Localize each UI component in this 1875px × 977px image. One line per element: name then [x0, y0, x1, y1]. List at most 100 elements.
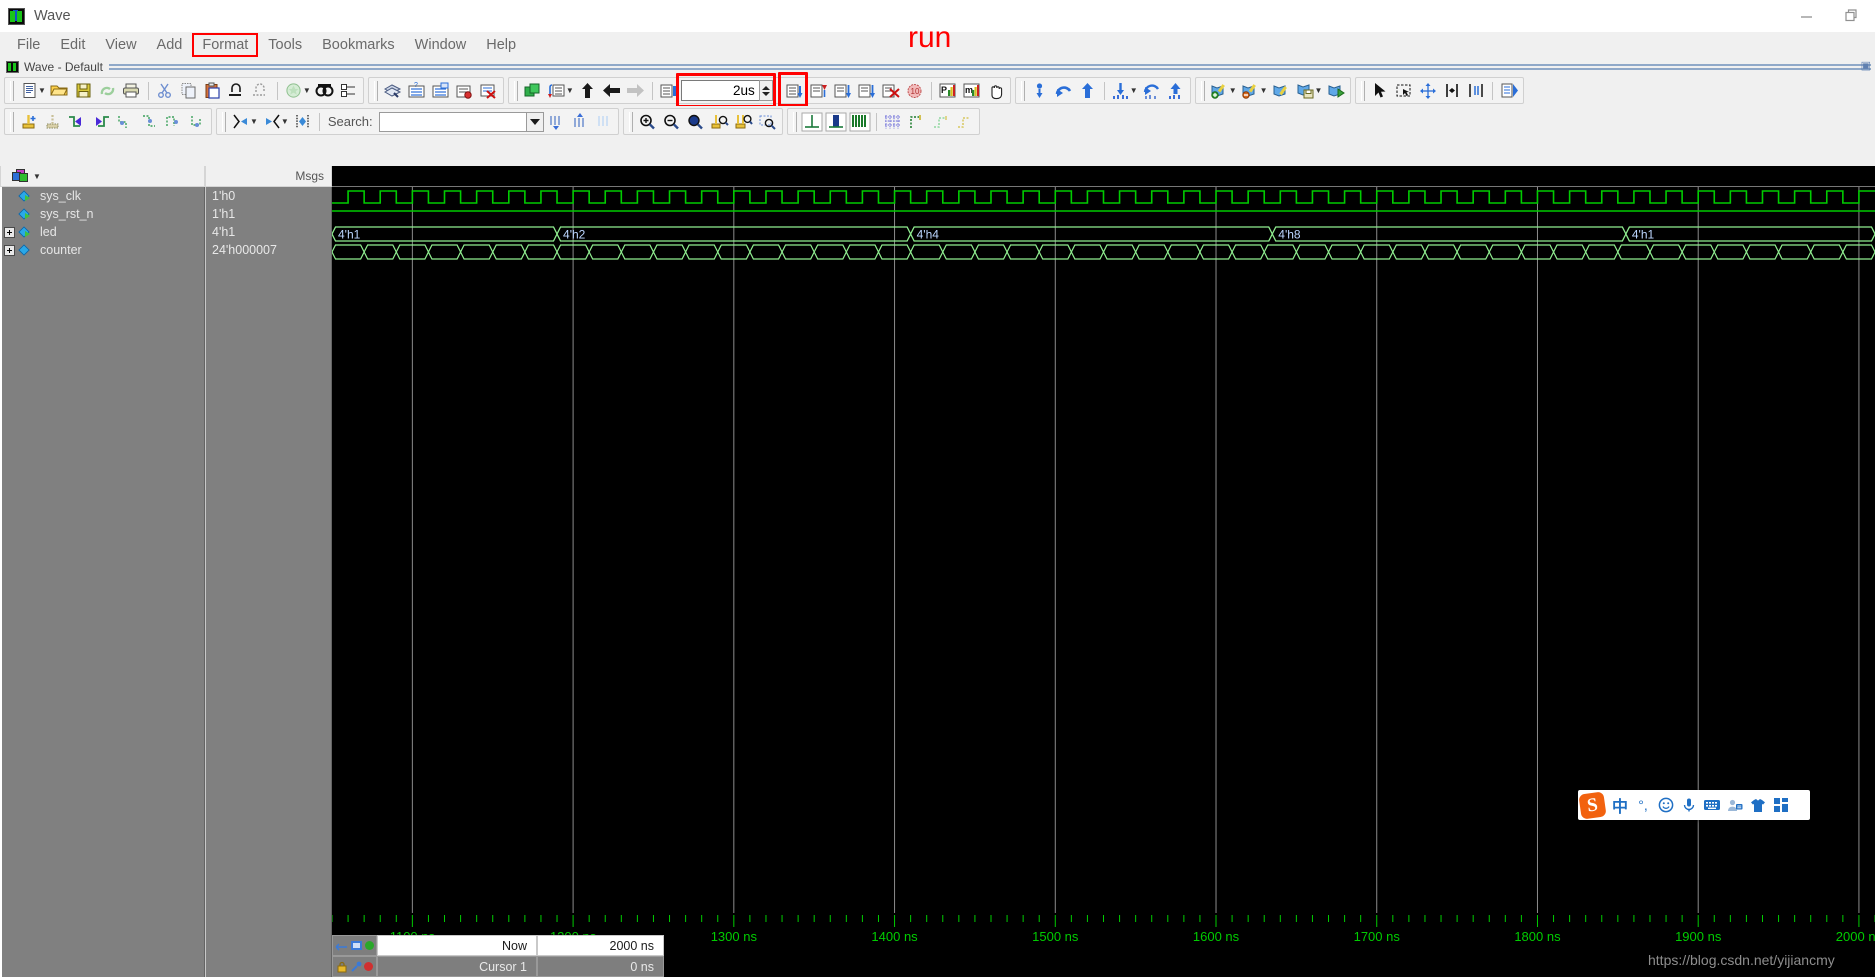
save-wave-icon[interactable] — [1294, 79, 1318, 103]
signal-names-list[interactable]: sys_clk sys_rst_n led counter — [0, 187, 205, 977]
expand-all-icon[interactable] — [291, 110, 315, 134]
toolbar-grip[interactable] — [10, 80, 14, 101]
undo-icon[interactable] — [225, 79, 249, 103]
wave-up-icon[interactable] — [1076, 79, 1100, 103]
edge-3-icon[interactable] — [953, 110, 977, 134]
compare-icon[interactable] — [1464, 79, 1488, 103]
dataflow-icon[interactable] — [1497, 79, 1521, 103]
next-transition-icon[interactable] — [89, 110, 113, 134]
up-arrow-icon[interactable] — [576, 79, 600, 103]
grid-icon[interactable] — [881, 110, 905, 134]
expand-led-icon[interactable] — [4, 226, 15, 238]
signal-values-list[interactable]: 1'h0 1'h1 4'h1 24'h000007 — [205, 187, 332, 977]
find-any-icon[interactable] — [161, 110, 185, 134]
menu-help[interactable]: Help — [477, 34, 525, 56]
simulate-icon[interactable] — [381, 79, 405, 103]
run-length-spinner[interactable] — [758, 80, 773, 101]
step-icon[interactable] — [855, 79, 879, 103]
break-icon[interactable] — [453, 79, 477, 103]
run-length-button[interactable] — [777, 71, 808, 107]
group-icon[interactable] — [521, 79, 545, 103]
signal-insert-icon[interactable] — [1109, 79, 1133, 103]
menu-tools[interactable]: Tools — [259, 34, 311, 56]
minimize-button[interactable] — [1783, 0, 1829, 32]
punctuation-icon[interactable]: °, — [1632, 793, 1654, 817]
insert-cursor-2-icon[interactable] — [17, 110, 41, 134]
voice-input-icon[interactable] — [1678, 793, 1700, 817]
copy-icon[interactable] — [177, 79, 201, 103]
search-input[interactable] — [378, 111, 527, 132]
find-last-icon[interactable] — [185, 110, 209, 134]
toolbar-grip[interactable] — [628, 111, 633, 132]
run-length-input[interactable]: 2us — [680, 80, 759, 101]
cursor-icons[interactable] — [332, 956, 377, 977]
now-icons[interactable] — [332, 935, 377, 956]
toolbar-grip[interactable] — [513, 80, 518, 101]
toolbar-grip[interactable] — [10, 111, 14, 132]
select-mode-icon[interactable] — [1368, 79, 1392, 103]
remove-wave-icon[interactable] — [1239, 79, 1263, 103]
wave-style-1-icon[interactable] — [800, 110, 824, 134]
open-folder-icon[interactable] — [48, 79, 72, 103]
redo-icon[interactable] — [249, 79, 273, 103]
toolbar-grip[interactable] — [373, 80, 378, 101]
menu-bookmarks[interactable]: Bookmarks — [313, 34, 404, 56]
zoom-range-icon[interactable] — [732, 110, 756, 134]
menu-file[interactable]: File — [8, 34, 49, 56]
search-dropdown-icon[interactable] — [526, 111, 544, 132]
add-cursor-icon[interactable] — [365, 941, 374, 950]
wave-style-3-icon[interactable] — [848, 110, 872, 134]
measure-icon[interactable] — [1440, 79, 1464, 103]
undock-icon[interactable]: ▣ — [1861, 59, 1871, 72]
find-rising-icon[interactable] — [137, 110, 161, 134]
toolbar-grip[interactable] — [1020, 80, 1025, 101]
signal-row-counter[interactable]: counter — [2, 241, 204, 259]
next-icon[interactable] — [624, 79, 648, 103]
signal-up-icon[interactable] — [1164, 79, 1188, 103]
pan-icon[interactable] — [984, 79, 1008, 103]
prev-transition-icon[interactable] — [65, 110, 89, 134]
zoom-mode-icon[interactable] — [1392, 79, 1416, 103]
profile-icon[interactable]: P — [936, 79, 960, 103]
run-icon[interactable] — [657, 79, 681, 103]
expand-counter-icon[interactable] — [4, 244, 15, 256]
toolbar-grip[interactable] — [1200, 80, 1205, 101]
continue-run-icon[interactable] — [807, 79, 831, 103]
menu-edit[interactable]: Edit — [51, 34, 94, 56]
zoom-select-icon[interactable] — [756, 110, 780, 134]
search-all-icon[interactable] — [592, 110, 616, 134]
remove-cursor-icon[interactable] — [364, 962, 373, 971]
reload-icon[interactable] — [96, 79, 120, 103]
sogou-ime-toolbar[interactable]: S 中 °, — [1578, 790, 1810, 820]
expand-right-icon[interactable] — [260, 110, 284, 134]
new-document-icon[interactable] — [17, 79, 41, 103]
add-wave-icon[interactable] — [1208, 79, 1232, 103]
zoom-out-icon[interactable] — [660, 110, 684, 134]
delete-cursor-icon[interactable] — [41, 110, 65, 134]
save-icon[interactable] — [72, 79, 96, 103]
stop-icon[interactable] — [477, 79, 501, 103]
print-icon[interactable] — [120, 79, 144, 103]
restart-icon[interactable]: ? — [405, 79, 429, 103]
menu-window[interactable]: Window — [406, 34, 476, 56]
wave-insert-icon[interactable] — [1028, 79, 1052, 103]
prev-icon[interactable] — [600, 79, 624, 103]
edit-wave-icon[interactable] — [1270, 79, 1294, 103]
pan-mode-icon[interactable] — [1416, 79, 1440, 103]
restore-button[interactable] — [1829, 0, 1875, 32]
user-icon[interactable] — [1724, 793, 1746, 817]
export-wave-icon[interactable] — [1324, 79, 1348, 103]
signal-names-header[interactable]: ▼ — [0, 166, 205, 187]
menu-add[interactable]: Add — [148, 34, 192, 56]
wave-rotate-icon[interactable] — [1052, 79, 1076, 103]
insert-cursor-icon[interactable] — [545, 79, 569, 103]
signal-row-led[interactable]: led — [2, 223, 204, 241]
edge-1-icon[interactable] — [905, 110, 929, 134]
menu-format[interactable]: Format — [192, 33, 259, 57]
chinese-mode-icon[interactable]: 中 — [1609, 793, 1631, 817]
search-forward-icon[interactable] — [544, 110, 568, 134]
sogou-logo-icon[interactable]: S — [1578, 790, 1607, 820]
zoom-full-icon[interactable] — [684, 110, 708, 134]
soft-keyboard-icon[interactable] — [1701, 793, 1723, 817]
break-2-icon[interactable]: 10 — [903, 79, 927, 103]
